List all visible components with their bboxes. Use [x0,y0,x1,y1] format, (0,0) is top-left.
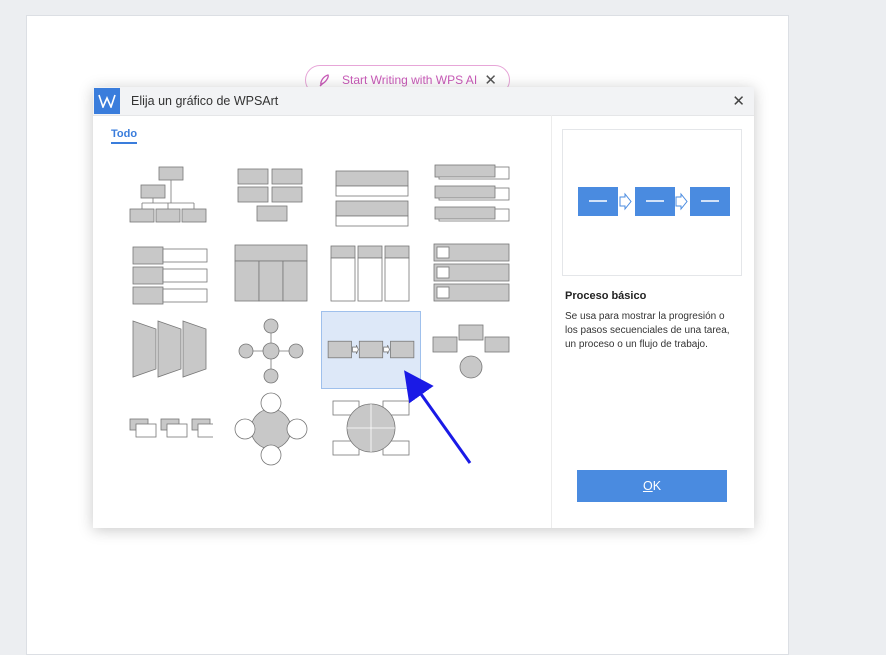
thumb-table-hierarchy[interactable] [213,239,313,317]
thumb-hierarchy-blocks[interactable] [213,157,313,235]
thumb-vertical-bullet-list[interactable] [313,157,413,235]
thumb-step-up-process[interactable] [113,389,213,467]
ok-button-rest: K [652,479,662,493]
preview-image [562,129,742,276]
preview-title: Proceso básico [565,290,647,302]
ok-button[interactable]: OK [577,470,727,502]
dialog-titlebar: Elija un gráfico de WPSArt ✕ [93,87,754,116]
thumb-basic-process[interactable] [321,311,421,389]
thumb-vertical-box-list[interactable] [113,239,213,317]
dialog-title: Elija un gráfico de WPSArt [131,94,279,108]
wps-ai-label: Start Writing with WPS AI [342,73,478,87]
thumb-organization-chart[interactable] [113,157,213,235]
thumb-converging-process[interactable] [413,311,513,389]
thumb-basic-radial[interactable] [213,389,313,467]
preview-description: Se usa para mostrar la progresión o los … [565,311,730,350]
wps-logo-icon [94,88,120,114]
thumb-vertical-picture-list[interactable] [413,239,513,317]
panel-divider [551,115,552,528]
close-icon[interactable]: ✕ [732,92,745,110]
thumb-stacked-list[interactable] [413,157,513,235]
thumb-column-list[interactable] [313,239,413,317]
pen-icon [319,74,329,87]
basic-process-preview-icon [578,187,730,216]
thumb-cycle-matrix[interactable] [321,389,421,467]
thumb-trapezoid-list[interactable] [113,311,213,389]
tab-all[interactable]: Todo [111,128,138,144]
wpsart-dialog: Elija un gráfico de WPSArt ✕ Todo Proces… [93,87,754,528]
ok-button-accent: O [642,479,653,493]
thumb-diverging-radial[interactable] [213,311,313,389]
